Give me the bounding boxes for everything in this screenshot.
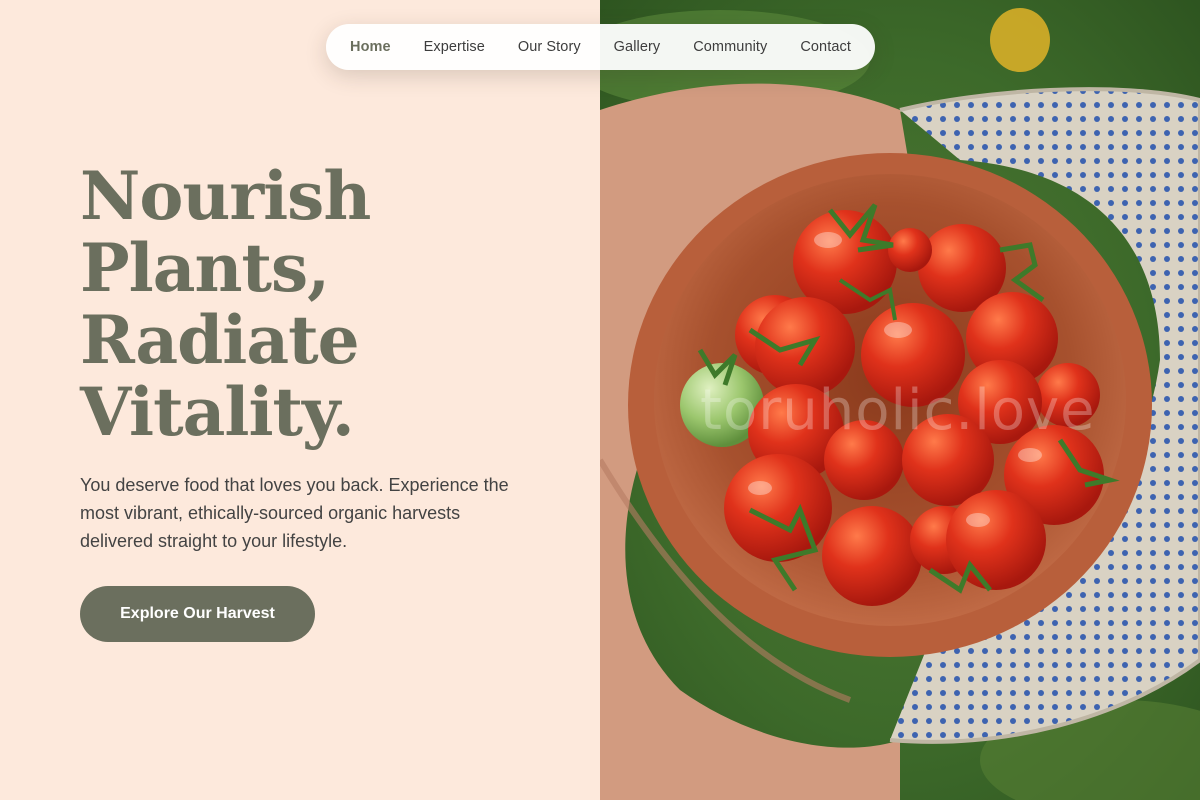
nav-home[interactable]: Home — [350, 39, 391, 55]
explore-harvest-button[interactable]: Explore Our Harvest — [80, 586, 315, 642]
nav-expertise[interactable]: Expertise — [424, 39, 485, 55]
hero-title-line: Radiate — [80, 301, 360, 379]
top-navigation: Home Expertise Our Story Gallery Communi… — [326, 24, 875, 70]
hero-description: You deserve food that loves you back. Ex… — [80, 475, 509, 551]
tomato-bowl-photo — [600, 0, 1200, 800]
hero-title-line: Nourish — [80, 157, 371, 235]
nav-contact[interactable]: Contact — [800, 39, 851, 55]
hero-image — [600, 0, 1200, 800]
nav-gallery[interactable]: Gallery — [614, 39, 661, 55]
hero-title-line: Vitality. — [80, 373, 355, 451]
nav-our-story[interactable]: Our Story — [518, 39, 581, 55]
hero-title: Nourish Plants, Radiate Vitality. — [80, 160, 540, 448]
hero-title-line: Plants, — [80, 229, 330, 307]
nav-community[interactable]: Community — [693, 39, 767, 55]
